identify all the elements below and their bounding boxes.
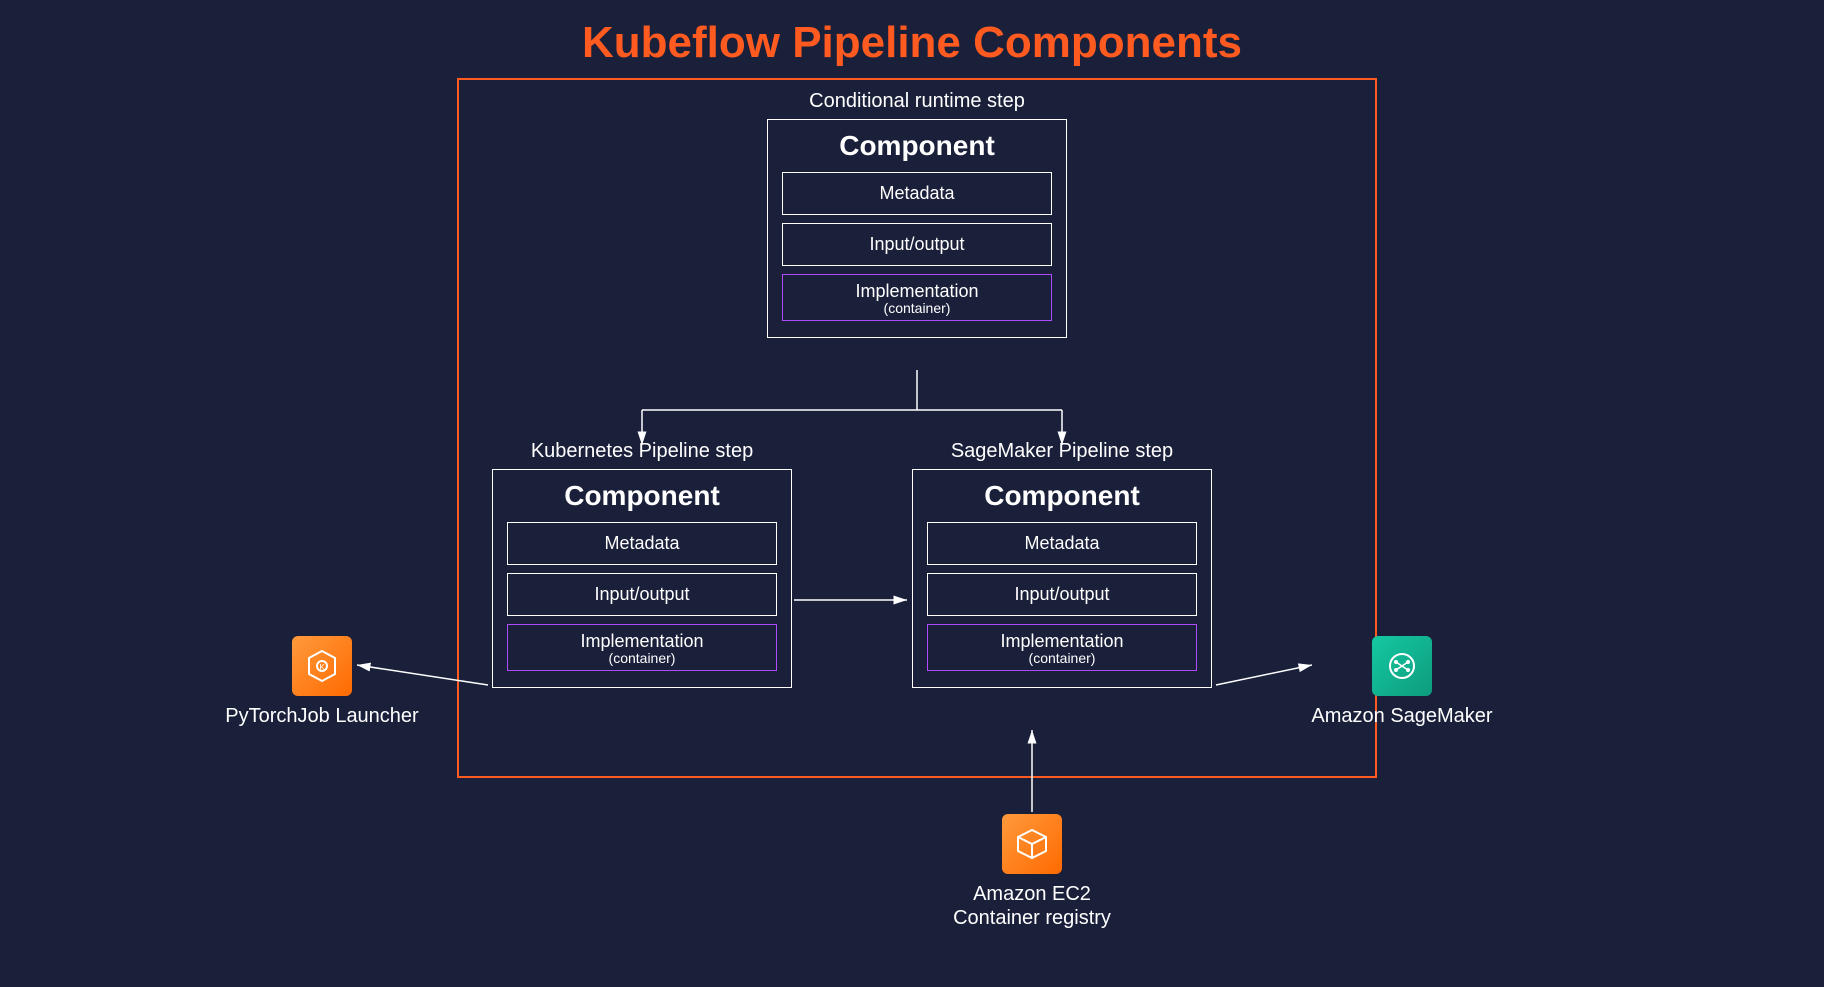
- implementation-box: Implementation (container): [507, 624, 777, 671]
- impl-sublabel: (container): [932, 650, 1192, 666]
- pytorchjob-launcher-node: K PyTorchJob Launcher: [222, 636, 422, 728]
- impl-sublabel: (container): [787, 300, 1047, 316]
- node-label-line1: Amazon EC2: [912, 882, 1152, 906]
- metadata-box: Metadata: [782, 172, 1052, 215]
- impl-label: Implementation: [855, 281, 978, 301]
- diagram-title: Kubeflow Pipeline Components: [162, 18, 1662, 68]
- component-box: Component Metadata Input/output Implemen…: [492, 469, 792, 688]
- io-box: Input/output: [782, 223, 1052, 266]
- component-heading: Component: [782, 130, 1052, 162]
- node-label-line2: Container registry: [912, 906, 1152, 930]
- impl-sublabel: (container): [512, 650, 772, 666]
- node-label: Amazon SageMaker: [1302, 704, 1502, 728]
- component-box: Component Metadata Input/output Implemen…: [767, 119, 1067, 338]
- diagram-canvas: Kubeflow Pipeline Components Conditional…: [162, 0, 1662, 987]
- svg-text:K: K: [319, 663, 325, 672]
- component-box: Component Metadata Input/output Implemen…: [912, 469, 1212, 688]
- kubernetes-pipeline-step: Kubernetes Pipeline step Component Metad…: [492, 440, 792, 688]
- amazon-sagemaker-node: Amazon SageMaker: [1302, 636, 1502, 728]
- sagemaker-icon: [1372, 636, 1432, 696]
- cube-icon: [1014, 826, 1050, 862]
- sagemaker-pipeline-step: SageMaker Pipeline step Component Metada…: [912, 440, 1212, 688]
- step-label: Kubernetes Pipeline step: [492, 440, 792, 463]
- metadata-box: Metadata: [927, 522, 1197, 565]
- implementation-box: Implementation (container): [782, 274, 1052, 321]
- step-label: Conditional runtime step: [767, 90, 1067, 113]
- amazon-ec2-ecr-node: Amazon EC2 Container registry: [912, 814, 1152, 930]
- metadata-box: Metadata: [507, 522, 777, 565]
- kubernetes-hex-icon: K: [292, 636, 352, 696]
- component-heading: Component: [507, 480, 777, 512]
- implementation-box: Implementation (container): [927, 624, 1197, 671]
- io-box: Input/output: [507, 573, 777, 616]
- impl-label: Implementation: [1000, 631, 1123, 651]
- conditional-runtime-step: Conditional runtime step Component Metad…: [767, 90, 1067, 338]
- hexagon-icon: K: [304, 648, 340, 684]
- impl-label: Implementation: [580, 631, 703, 651]
- brain-circuit-icon: [1384, 648, 1420, 684]
- step-label: SageMaker Pipeline step: [912, 440, 1212, 463]
- ecr-cube-icon: [1002, 814, 1062, 874]
- node-label: PyTorchJob Launcher: [222, 704, 422, 728]
- io-box: Input/output: [927, 573, 1197, 616]
- component-heading: Component: [927, 480, 1197, 512]
